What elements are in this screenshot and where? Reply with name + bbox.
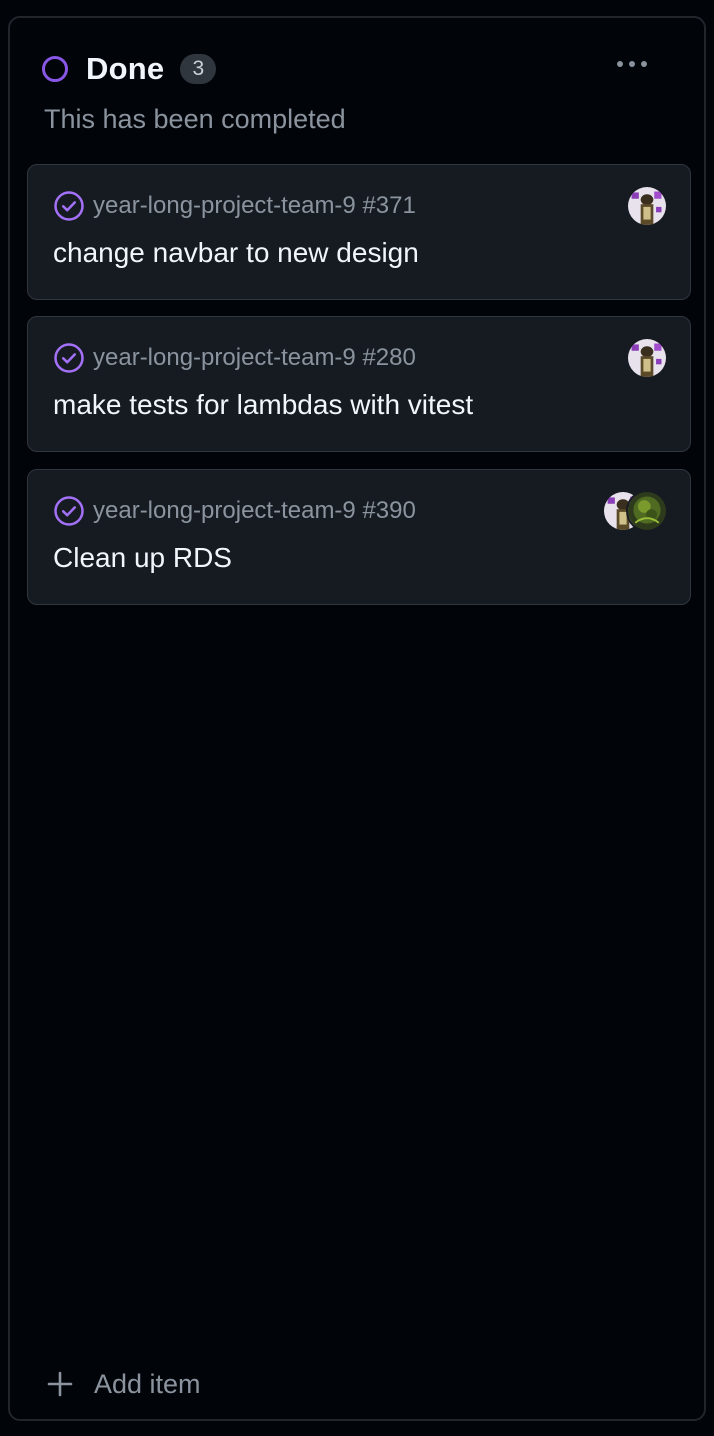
- card-meta: year-long-project-team-9 #280: [53, 342, 416, 374]
- column-title: Done: [86, 51, 165, 86]
- assignee-avatars: [626, 185, 668, 227]
- plus-icon: [47, 1371, 73, 1397]
- issue-reference-link[interactable]: year-long-project-team-9 #371: [93, 192, 416, 220]
- avatar[interactable]: [626, 337, 668, 379]
- status-circle-icon: [42, 56, 68, 82]
- add-item-label: Add item: [94, 1368, 201, 1399]
- column-header: Done 3: [42, 51, 217, 86]
- issue-card[interactable]: year-long-project-team-9 #280 make tests…: [27, 316, 691, 452]
- item-count-badge: 3: [180, 54, 217, 84]
- issue-title[interactable]: Clean up RDS: [53, 542, 232, 574]
- assignee-avatars: [602, 490, 668, 532]
- issue-reference-link[interactable]: year-long-project-team-9 #390: [93, 497, 416, 525]
- column-description: This has been completed: [44, 104, 346, 134]
- issue-reference-link[interactable]: year-long-project-team-9 #280: [93, 344, 416, 372]
- issue-title[interactable]: change navbar to new design: [53, 237, 419, 269]
- board-column-done: Done 3 This has been completed year-long…: [8, 16, 706, 1421]
- issue-closed-icon: [54, 191, 84, 221]
- assignee-avatars: [626, 337, 668, 379]
- avatar[interactable]: [626, 490, 668, 532]
- add-item-button[interactable]: Add item: [46, 1364, 201, 1404]
- avatar[interactable]: [626, 185, 668, 227]
- kebab-horizontal-icon: [617, 61, 623, 67]
- issue-closed-icon: [54, 496, 84, 526]
- issue-card[interactable]: year-long-project-team-9 #371 change nav…: [27, 164, 691, 300]
- issue-title[interactable]: make tests for lambdas with vitest: [53, 389, 473, 421]
- issue-card[interactable]: year-long-project-team-9 #390 Clean up R…: [27, 469, 691, 605]
- card-meta: year-long-project-team-9 #371: [53, 190, 416, 222]
- column-more-button[interactable]: [608, 48, 656, 80]
- issue-closed-icon: [54, 343, 84, 373]
- card-meta: year-long-project-team-9 #390: [53, 495, 416, 527]
